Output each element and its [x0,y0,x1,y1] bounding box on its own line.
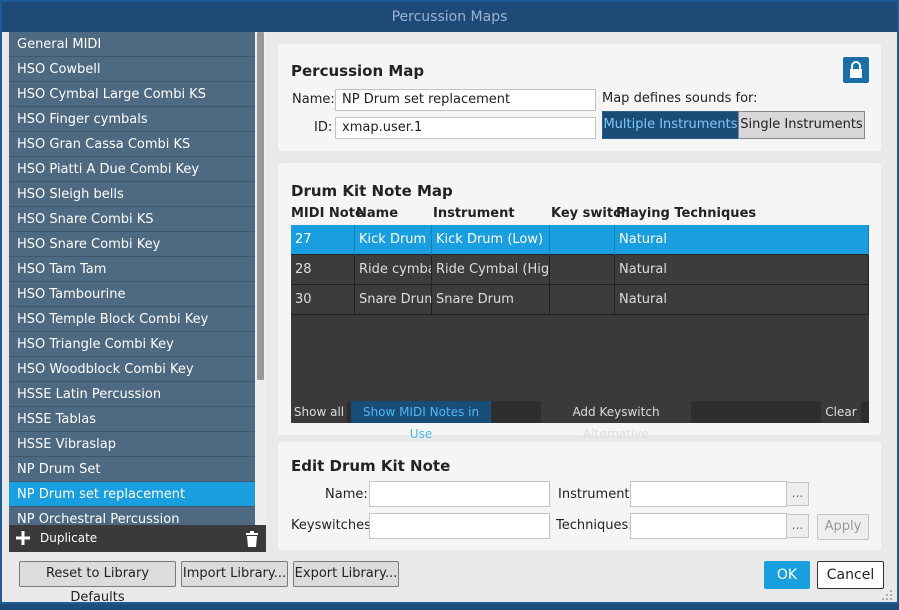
add-keyswitch-button[interactable]: Add Keyswitch Alternative [541,401,691,441]
cell-midi-note: 28 [291,255,355,285]
map-list-item[interactable]: HSO Temple Block Combi Key [9,307,255,332]
cell-playing-techniques: Natural [615,285,869,315]
cell-instrument: Ride Cymbal (High) [432,255,550,285]
table-row[interactable]: 30 Snare Drum Snare Drum Natural [291,285,869,315]
column-header-name[interactable]: Name [356,206,398,221]
map-list-item[interactable]: HSO Cymbal Large Combi KS [9,82,255,107]
edit-name-input[interactable] [369,481,550,507]
show-notes-in-use-button[interactable]: Show MIDI Notes in Use [351,401,491,441]
note-map-heading: Drum Kit Note Map [291,182,453,200]
edit-instrument-label: Instrument: [558,487,634,502]
lock-button[interactable] [843,57,869,83]
id-label: ID: [314,120,333,135]
duplicate-button[interactable]: Duplicate [40,525,97,552]
cell-playing-techniques: Natural [615,255,869,285]
show-all-button[interactable]: Show all [291,401,347,423]
map-list-item[interactable]: General MIDI [9,32,255,57]
cell-name: Kick Drum [355,225,432,255]
map-list-item[interactable]: NP Drum set replacement [9,482,255,507]
cell-name: Snare Drum [355,285,432,315]
note-map-toolbar: Show all Show MIDI Notes in Use Add Keys… [291,401,869,441]
map-list-item[interactable]: HSSE Latin Percussion [9,382,255,407]
column-header-instrument[interactable]: Instrument [433,206,515,221]
scrollbar-thumb[interactable] [257,32,264,380]
edit-techniques-label: Techniques: [556,518,633,533]
cell-name: Ride cymbal [355,255,432,285]
map-list-item[interactable]: HSO Snare Combi Key [9,232,255,257]
map-list-item[interactable]: HSO Woodblock Combi Key [9,357,255,382]
map-list-item[interactable]: HSO Tam Tam [9,257,255,282]
map-list-item[interactable]: NP Drum Set [9,457,255,482]
trash-icon[interactable] [245,531,259,547]
edit-techniques-input[interactable] [630,513,787,539]
cell-midi-note: 27 [291,225,355,255]
column-header-playing-techniques[interactable]: Playing Techniques [616,206,756,221]
lock-icon [850,61,862,78]
cell-instrument: Kick Drum (Low) [432,225,550,255]
percussion-map-heading: Percussion Map [291,62,425,80]
map-list[interactable]: General MIDI HSO Cowbell HSO Cymbal Large … [9,32,255,525]
edit-name-label: Name: [325,487,368,502]
defines-label: Map defines sounds for: [602,91,758,106]
table-row[interactable]: 28 Ride cymbal Ride Cymbal (High) Natural [291,255,869,285]
techniques-browse-button[interactable]: ... [787,514,809,538]
map-list-item[interactable]: HSO Tambourine [9,282,255,307]
plus-icon[interactable] [15,528,31,548]
ok-button[interactable]: OK [764,561,810,589]
cell-key-switch [550,225,615,255]
cell-key-switch [550,285,615,315]
clear-button[interactable]: Clear [821,401,861,423]
map-list-footer: Duplicate [9,525,266,552]
map-list-item[interactable]: HSSE Vibraslap [9,432,255,457]
multiple-instruments-toggle[interactable]: Multiple Instruments [602,111,739,139]
edit-note-heading: Edit Drum Kit Note [291,457,451,475]
cell-playing-techniques: Natural [615,225,869,255]
map-list-item[interactable]: HSO Snare Combi KS [9,207,255,232]
cell-midi-note: 30 [291,285,355,315]
map-list-item[interactable]: HSO Finger cymbals [9,107,255,132]
map-list-item[interactable]: HSO Triangle Combi Key [9,332,255,357]
table-row[interactable]: 27 Kick Drum Kick Drum (Low) Natural [291,225,869,255]
single-instruments-toggle[interactable]: Single Instruments [738,111,865,139]
map-list-item[interactable]: HSSE Tablas [9,407,255,432]
edit-keyswitches-input[interactable] [369,513,550,539]
apply-button[interactable]: Apply [817,514,869,540]
map-name-field[interactable]: NP Drum set replacement [335,89,596,111]
map-list-item[interactable]: HSO Gran Cassa Combi KS [9,132,255,157]
map-id-field[interactable]: xmap.user.1 [335,117,596,139]
export-library-button[interactable]: Export Library... [293,561,399,587]
edit-keyswitches-label: Keyswitches: [291,518,376,533]
map-list-item[interactable]: HSO Sleigh bells [9,182,255,207]
cell-key-switch [550,255,615,285]
import-library-button[interactable]: Import Library... [181,561,288,587]
map-list-pane: General MIDI HSO Cowbell HSO Cymbal Large … [9,32,266,552]
cell-instrument: Snare Drum [432,285,550,315]
edit-instrument-input[interactable] [630,481,787,507]
cancel-button[interactable]: Cancel [817,561,884,589]
map-list-item[interactable]: NP Orchestral Percussion [9,507,255,525]
resize-grip-icon[interactable] [879,589,893,601]
map-list-item[interactable]: HSO Cowbell [9,57,255,82]
instrument-browse-button[interactable]: ... [787,482,809,506]
reset-library-button[interactable]: Reset to Library Defaults [19,561,176,605]
window-title: Percussion Maps [2,2,897,32]
map-list-item[interactable]: HSO Piatti A Due Combi Key [9,157,255,182]
note-map-table: 27 Kick Drum Kick Drum (Low) Natural 28 Ride … [291,225,869,441]
column-header-midi-note[interactable]: MIDI Note [291,206,364,221]
name-label: Name: [292,92,335,107]
map-list-scrollbar[interactable] [255,32,266,525]
percussion-maps-dialog: Percussion Maps General MIDI HSO Cowbell H… [0,0,899,605]
